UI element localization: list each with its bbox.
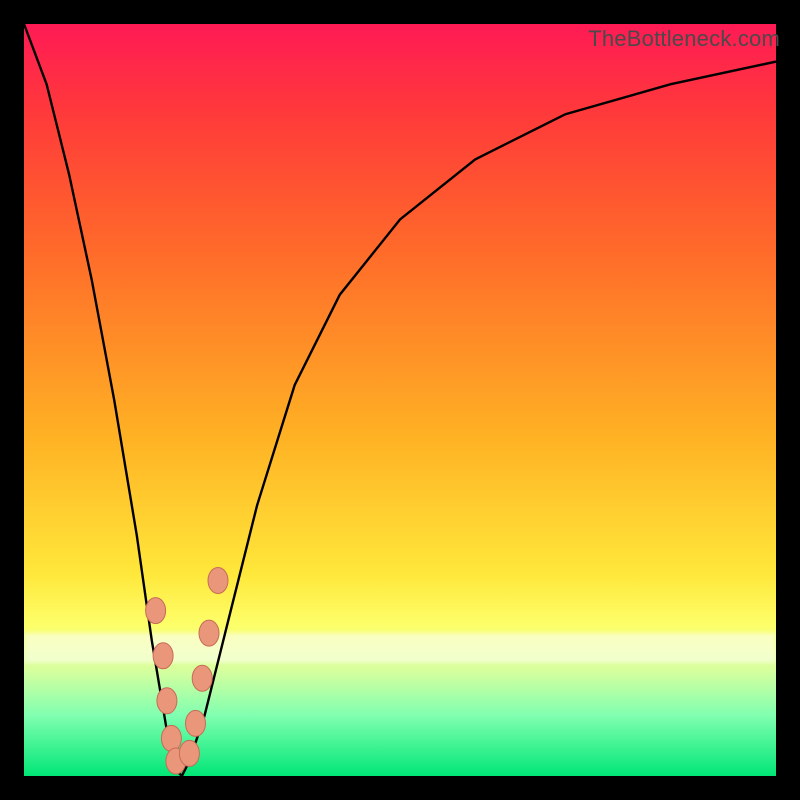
scatter-dot: [179, 740, 199, 766]
chart-frame: TheBottleneck.com: [0, 0, 800, 800]
scatter-dot: [186, 710, 206, 736]
watermark-text: TheBottleneck.com: [588, 26, 780, 52]
scatter-dot: [157, 688, 177, 714]
scatter-dot: [153, 643, 173, 669]
scatter-right: [179, 568, 228, 767]
scatter-left: [146, 598, 186, 774]
scatter-dot: [192, 665, 212, 691]
scatter-dot: [199, 620, 219, 646]
plot-area: [24, 24, 776, 776]
bottleneck-curve: [24, 24, 776, 776]
scatter-dot: [146, 598, 166, 624]
curve-layer: [24, 24, 776, 776]
scatter-dot: [208, 568, 228, 594]
scatter-dot: [161, 725, 181, 751]
